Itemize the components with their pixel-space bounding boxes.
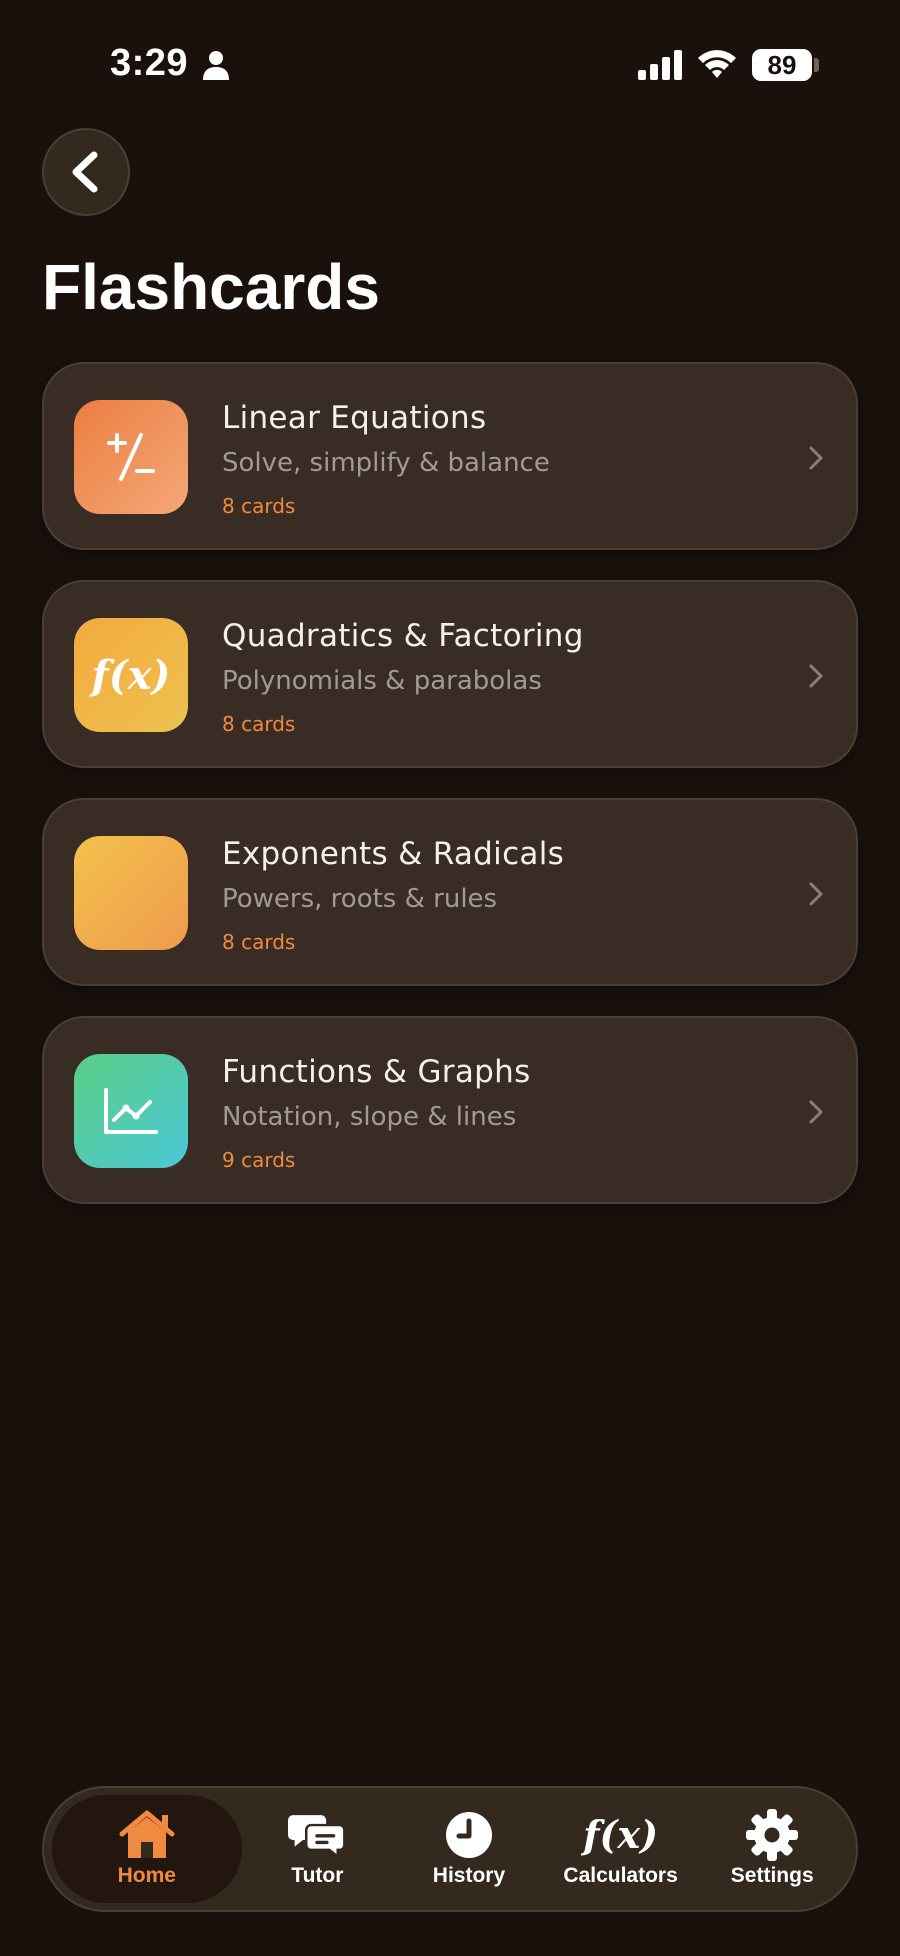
deck-subtitle: Polynomials & parabolas — [222, 666, 542, 696]
exponent-icon — [74, 836, 188, 950]
status-time: 3:29 — [110, 42, 189, 84]
tab-calculators[interactable]: f(x) Calculators — [545, 1795, 697, 1903]
chevron-left-icon — [72, 151, 98, 193]
status-bar: 3:29 89 — [0, 0, 900, 130]
battery-cap — [814, 58, 819, 72]
deck-title: Quadratics & Factoring — [222, 618, 584, 654]
tab-home[interactable]: Home — [52, 1795, 242, 1903]
deck-list: Linear Equations Solve, simplify & balan… — [42, 362, 858, 1234]
chevron-right-icon — [809, 446, 823, 470]
deck-card-count: 8 cards — [222, 494, 296, 518]
signal-icon — [638, 50, 682, 80]
function-icon: f(x) — [74, 618, 188, 732]
tab-label: Calculators — [563, 1864, 678, 1887]
chat-icon — [288, 1810, 346, 1860]
back-button[interactable] — [42, 128, 130, 216]
battery-level: 89 — [767, 49, 797, 80]
tab-settings[interactable]: Settings — [696, 1795, 848, 1903]
deck-card-linear-equations[interactable]: Linear Equations Solve, simplify & balan… — [42, 362, 858, 550]
chevron-right-icon — [809, 1100, 823, 1124]
battery-icon: 89 — [752, 49, 812, 81]
deck-card-quadratics-factoring[interactable]: f(x) Quadratics & Factoring Polynomials … — [42, 580, 858, 768]
deck-card-functions-graphs[interactable]: Functions & Graphs Notation, slope & lin… — [42, 1016, 858, 1204]
function-icon-text: f(x) — [583, 1812, 659, 1857]
flashcards-screen: 3:29 89 Flashcards Linear Equations Solv… — [0, 0, 900, 1956]
plus-minus-icon — [74, 400, 188, 514]
deck-title: Linear Equations — [222, 400, 487, 436]
deck-title: Exponents & Radicals — [222, 836, 565, 872]
deck-subtitle: Powers, roots & rules — [222, 884, 498, 914]
deck-subtitle: Notation, slope & lines — [222, 1102, 517, 1132]
deck-card-count: 9 cards — [222, 1148, 296, 1172]
wifi-icon — [698, 50, 736, 78]
person-icon — [203, 51, 229, 80]
home-icon — [118, 1810, 176, 1860]
function-icon-text: f(x) — [91, 651, 171, 699]
tab-label: Tutor — [291, 1864, 344, 1887]
clock-icon — [440, 1810, 498, 1860]
tab-tutor[interactable]: Tutor — [242, 1795, 394, 1903]
tab-label: History — [432, 1864, 506, 1887]
tab-bar: Home Tutor History f(x) Calculators Sett… — [42, 1786, 858, 1912]
function-icon: f(x) — [583, 1810, 658, 1860]
deck-card-exponents-radicals[interactable]: Exponents & Radicals Powers, roots & rul… — [42, 798, 858, 986]
chevron-right-icon — [809, 882, 823, 906]
tab-label: Home — [117, 1864, 176, 1887]
chevron-right-icon — [809, 664, 823, 688]
tab-label: Settings — [730, 1864, 814, 1887]
deck-subtitle: Solve, simplify & balance — [222, 448, 550, 478]
gear-icon — [743, 1809, 801, 1861]
deck-card-count: 8 cards — [222, 930, 296, 954]
deck-title: Functions & Graphs — [222, 1054, 531, 1090]
deck-card-count: 8 cards — [222, 712, 296, 736]
tab-history[interactable]: History — [393, 1795, 545, 1903]
line-chart-icon — [74, 1054, 188, 1168]
page-title: Flashcards — [42, 251, 380, 323]
